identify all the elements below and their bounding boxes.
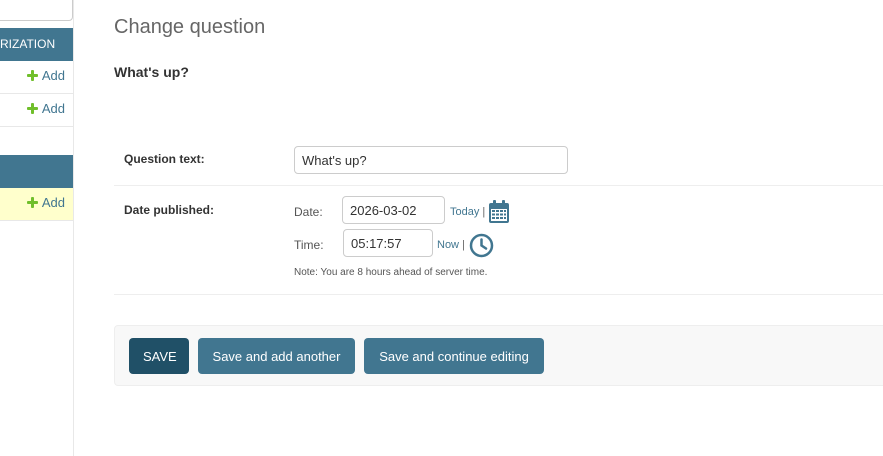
save-and-add-another-button[interactable]: Save and add another: [198, 338, 355, 374]
now-link[interactable]: Now: [437, 239, 459, 251]
clock-icon[interactable]: [469, 233, 494, 258]
today-shortcut: Today |: [450, 206, 485, 218]
form-row-date-published: Date published: Date: Today| Time: Now| …: [114, 186, 883, 295]
question-text-label: Question text:: [124, 152, 205, 166]
add-link-label: Add: [41, 68, 65, 83]
sidebar-row: Add: [0, 94, 73, 127]
plus-icon: [26, 103, 38, 114]
date-sub-label: Date:: [294, 205, 323, 219]
time-input[interactable]: [343, 229, 433, 257]
sidebar-row-current: Add: [0, 188, 73, 221]
save-and-continue-button[interactable]: Save and continue editing: [364, 338, 544, 374]
separator: |: [482, 206, 486, 218]
form-row-question-text: Question text:: [114, 136, 883, 186]
page-title: Change question: [114, 16, 266, 38]
save-button[interactable]: SAVE: [129, 338, 189, 374]
question-text-input[interactable]: [294, 146, 568, 174]
separator: |: [462, 239, 465, 251]
module-caption-authorization[interactable]: RIZATION: [0, 28, 73, 61]
nav-sidebar: RIZATION Add Add Add: [0, 0, 74, 456]
add-link[interactable]: Add: [26, 101, 65, 116]
submit-row: SAVE Save and add another Save and conti…: [114, 325, 883, 386]
plus-icon: [26, 70, 38, 81]
add-link-label: Add: [41, 101, 65, 116]
timezone-help-note: Note: You are 8 hours ahead of server ti…: [294, 267, 488, 278]
plus-icon: [26, 197, 38, 208]
today-link[interactable]: Today: [450, 206, 479, 218]
sidebar-row: Add: [0, 61, 73, 94]
date-input[interactable]: [342, 196, 445, 224]
calendar-icon[interactable]: [488, 200, 510, 224]
time-sub-label: Time:: [294, 238, 324, 252]
add-link[interactable]: Add: [26, 68, 65, 83]
sidebar-filter-input[interactable]: [0, 0, 73, 21]
object-title: What's up?: [114, 64, 189, 80]
add-link-label: Add: [41, 195, 65, 210]
add-link[interactable]: Add: [26, 195, 65, 210]
date-published-label: Date published:: [124, 203, 215, 217]
module-caption-polls[interactable]: [0, 155, 73, 188]
now-shortcut: Now |: [437, 239, 465, 251]
